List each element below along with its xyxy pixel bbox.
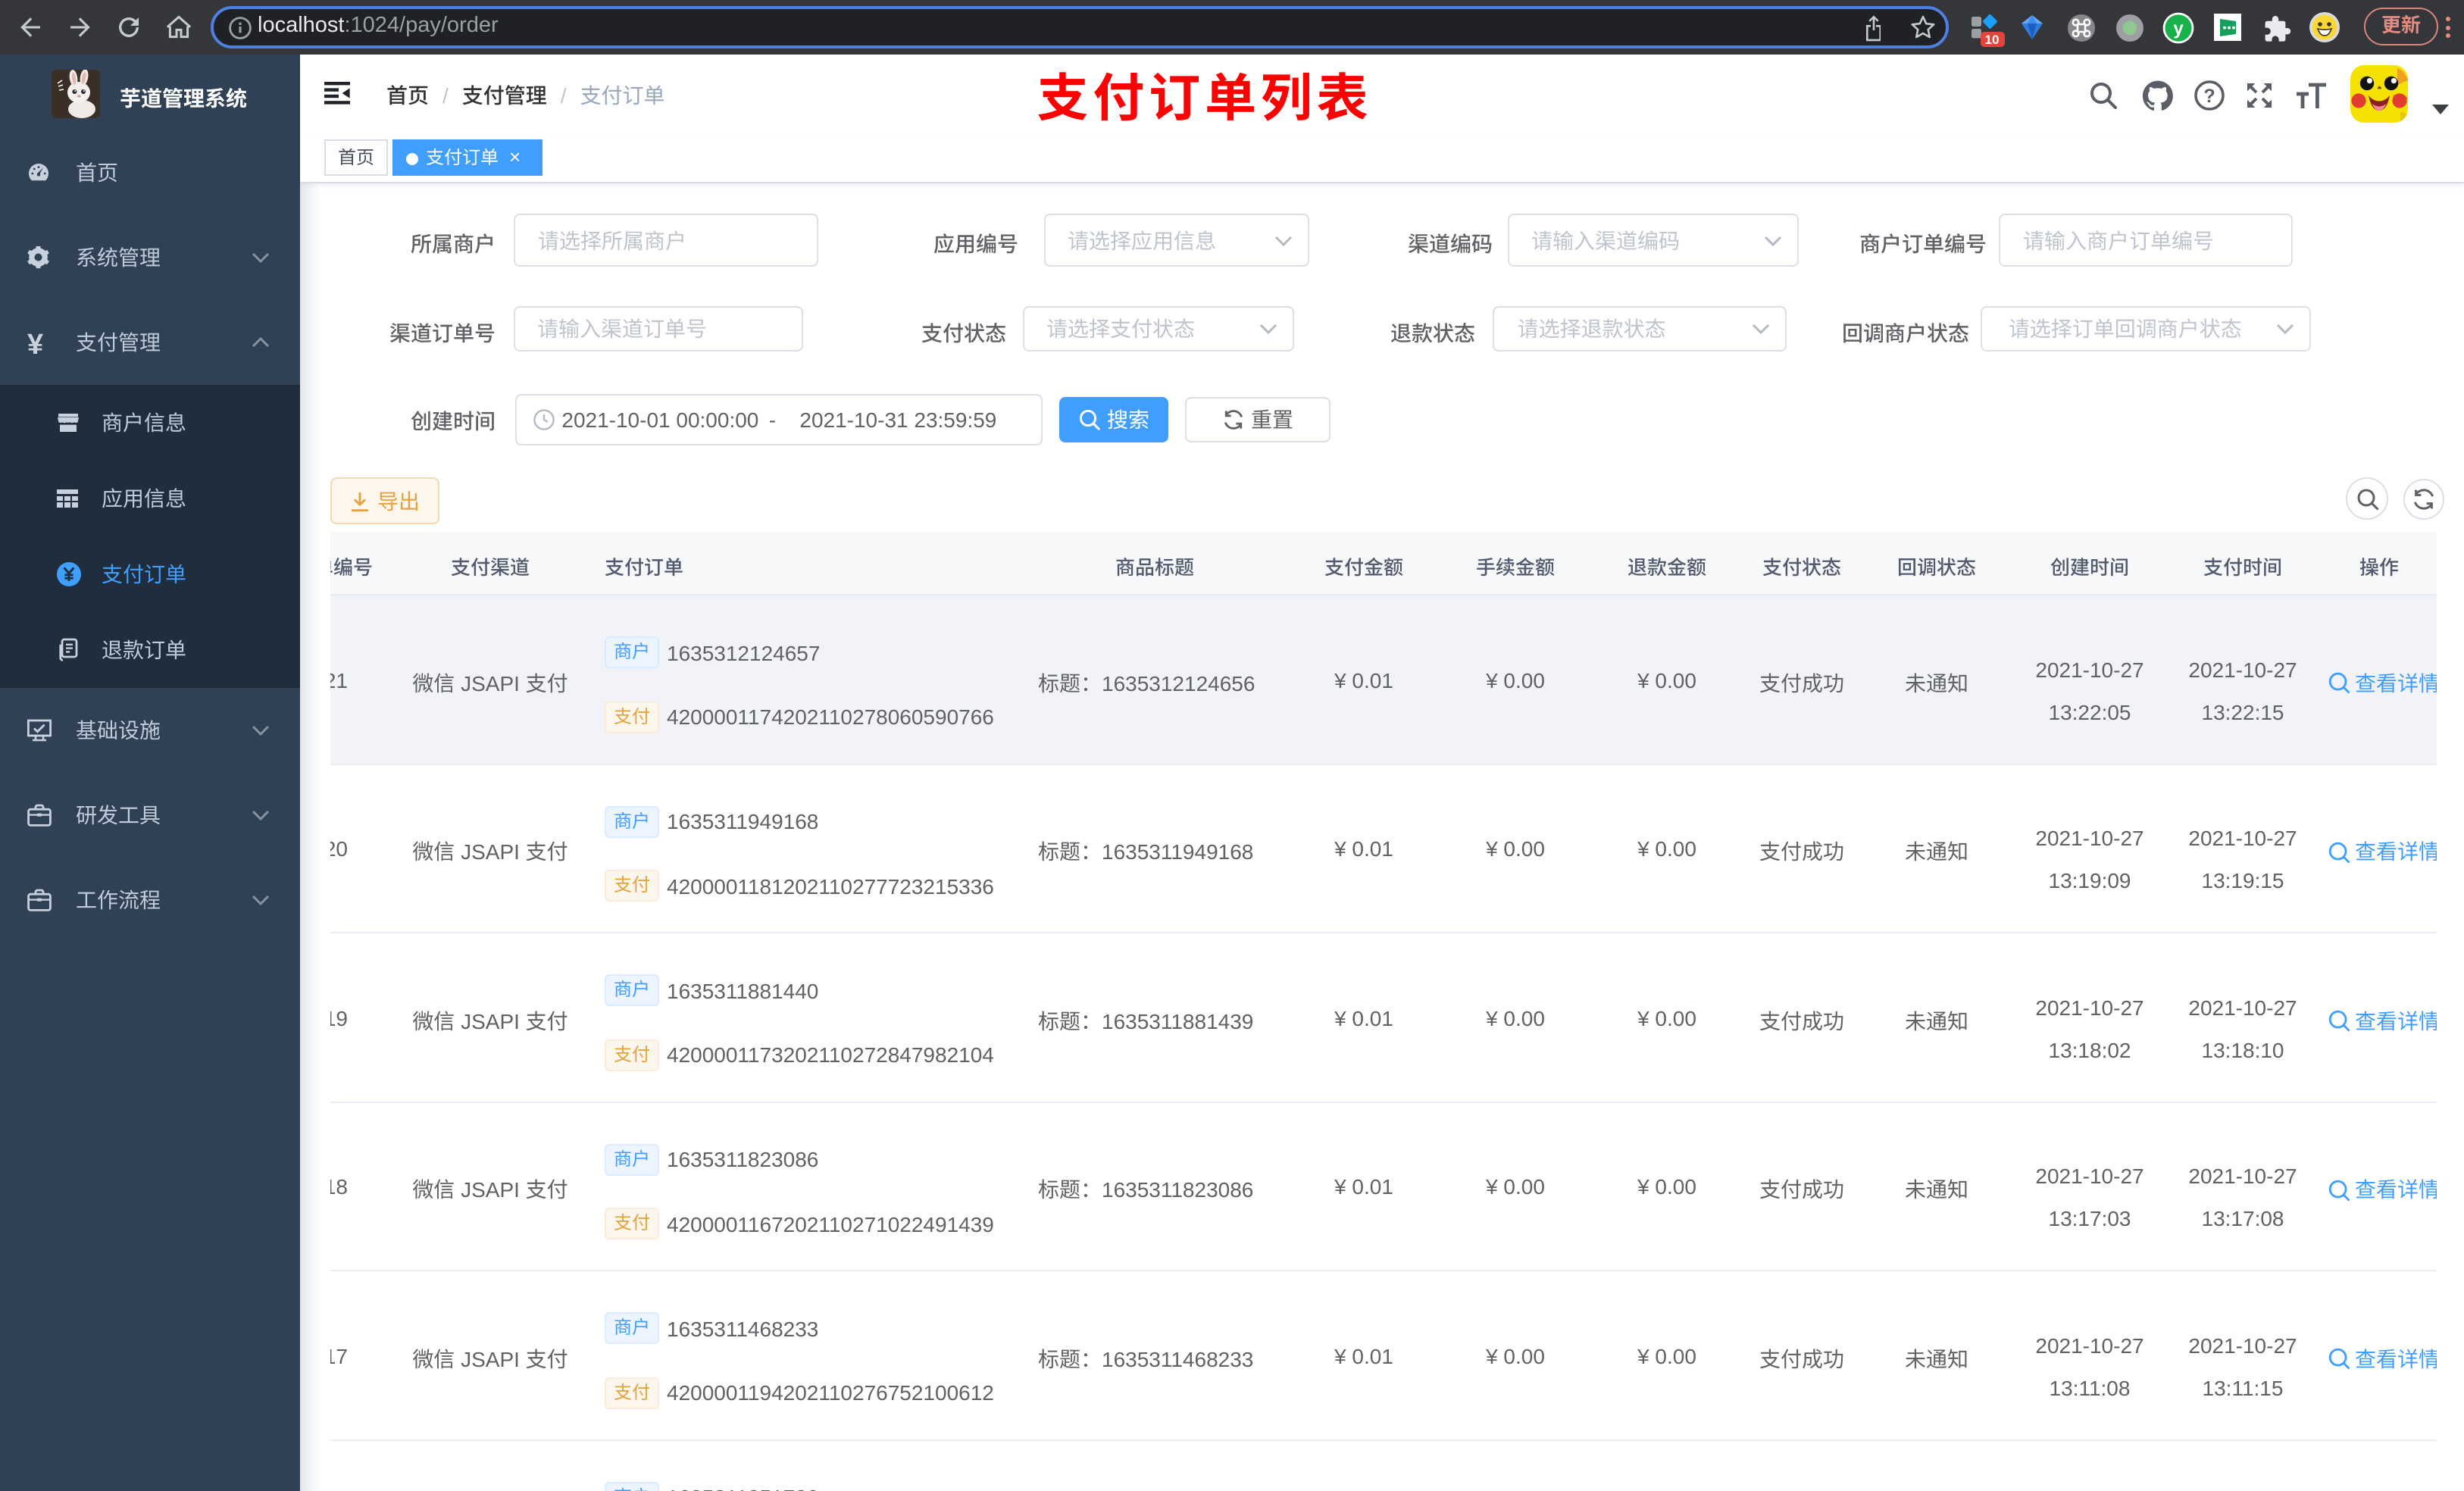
- svg-text:?: ?: [2203, 86, 2215, 107]
- svg-text:y: y: [2173, 18, 2184, 39]
